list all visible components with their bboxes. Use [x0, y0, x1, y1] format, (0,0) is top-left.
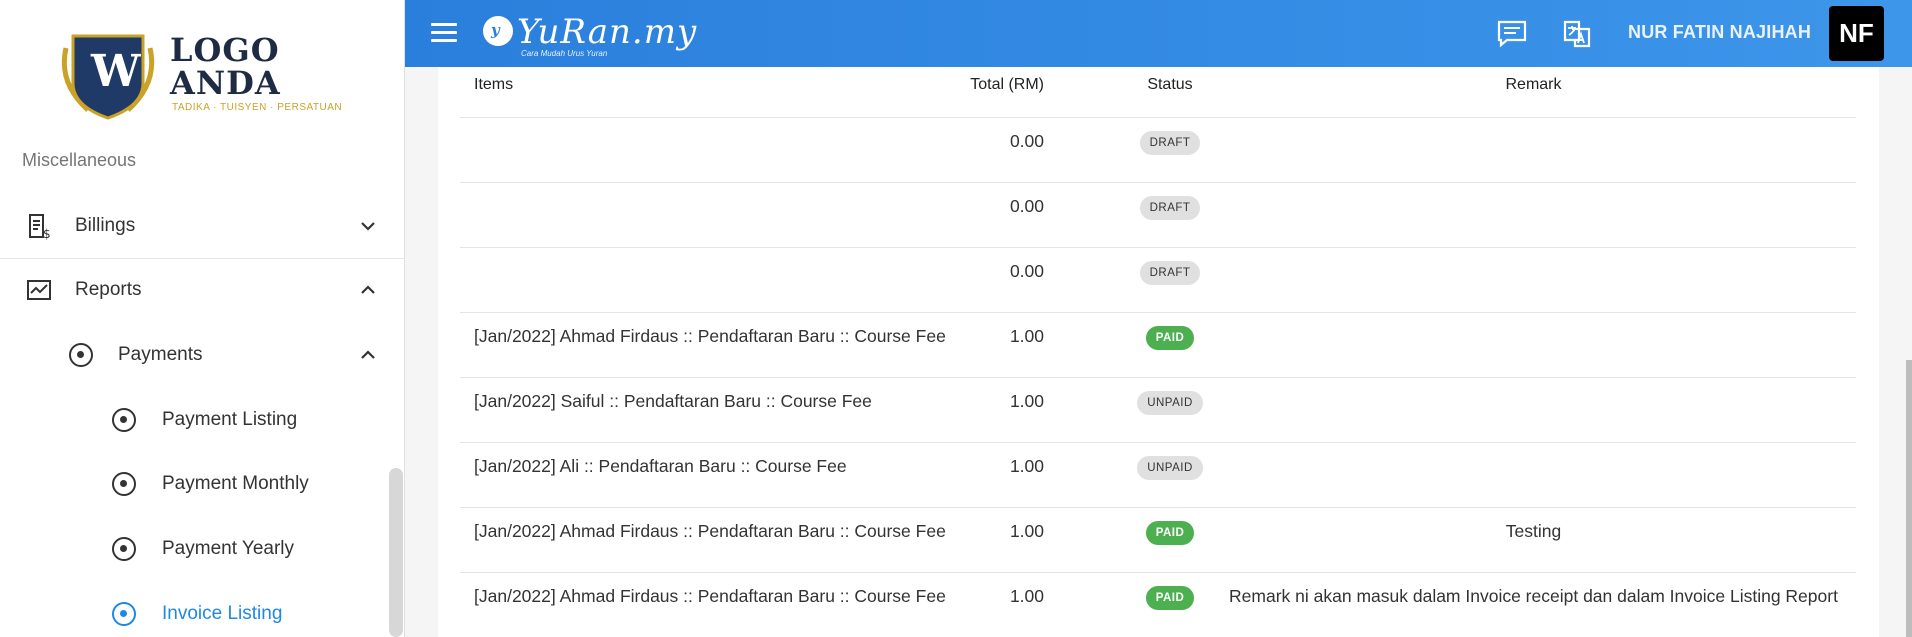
status-badge: DRAFT: [1139, 131, 1201, 155]
table-row[interactable]: [Jan/2022] Saiful :: Pendaftaran Baru ::…: [460, 378, 1856, 443]
logo-letter: W: [91, 46, 141, 97]
user-name[interactable]: NUR FATIN NAJIHAH: [1628, 22, 1811, 43]
sidebar-item-invoice-listing[interactable]: Invoice Listing: [0, 582, 404, 637]
logo-tagline: TADIKA · TUISYEN · PERSATUAN: [172, 102, 343, 113]
cell-status: PAID: [1132, 585, 1208, 610]
translate-icon[interactable]: [1561, 19, 1593, 49]
sidebar-item-label: Payment Monthly: [162, 473, 309, 494]
reports-icon: [24, 275, 54, 305]
chat-icon[interactable]: [1496, 19, 1528, 49]
sidebar-scrollbar[interactable]: [389, 468, 403, 637]
status-badge: PAID: [1145, 586, 1195, 610]
cell-total: 1.00: [1009, 521, 1044, 541]
brand-title: YuRan.my: [517, 12, 698, 52]
status-badge: DRAFT: [1139, 261, 1201, 285]
table-row[interactable]: [Jan/2022] Ahmad Firdaus :: Pendaftaran …: [460, 508, 1856, 573]
column-header-items[interactable]: Items: [474, 76, 513, 94]
table-row[interactable]: [Jan/2022] Ali :: Pendaftaran Baru :: Co…: [460, 443, 1856, 508]
sidebar-item-label: Payment Listing: [162, 409, 298, 430]
billing-icon: $: [24, 211, 54, 241]
cell-status: DRAFT: [1132, 195, 1208, 220]
cell-total: 0.00: [1009, 196, 1044, 216]
cell-status: DRAFT: [1132, 130, 1208, 155]
section-label: Miscellaneous: [22, 150, 137, 170]
cell-status: PAID: [1132, 520, 1208, 545]
avatar[interactable]: NF: [1829, 6, 1884, 61]
table-row[interactable]: [Jan/2022] Ahmad Firdaus :: Pendaftaran …: [460, 573, 1856, 637]
column-header-total[interactable]: Total (RM): [970, 76, 1044, 94]
column-header-status[interactable]: Status: [1132, 76, 1208, 94]
column-header-remark[interactable]: Remark: [1212, 76, 1855, 94]
company-logo: W LOGO ANDA TADIKA · TUISYEN · PERSATUAN: [58, 28, 348, 123]
menu-icon[interactable]: [431, 23, 457, 43]
cell-status: DRAFT: [1132, 260, 1208, 285]
page-scrollbar[interactable]: [1906, 360, 1912, 637]
sidebar-item-label: Reports: [75, 279, 142, 300]
logo-text-2: ANDA: [170, 64, 281, 102]
chevron-down-icon: [358, 216, 378, 236]
cell-status: UNPAID: [1132, 390, 1208, 415]
cell-item: [Jan/2022] Ahmad Firdaus :: Pendaftaran …: [474, 586, 946, 606]
cell-item: [Jan/2022] Saiful :: Pendaftaran Baru ::…: [474, 391, 872, 411]
status-badge: UNPAID: [1137, 456, 1203, 480]
table-header: Items Total (RM) Status Remark: [460, 67, 1856, 118]
sidebar-item-label: Payments: [118, 344, 203, 365]
invoice-listing-card: Items Total (RM) Status Remark 0.00 DRAF…: [438, 67, 1879, 637]
radio-icon: [109, 405, 139, 435]
sidebar-item-payment-yearly[interactable]: Payment Yearly: [0, 517, 404, 581]
sidebar-item-reports[interactable]: Reports: [0, 258, 404, 322]
chevron-up-icon: [358, 280, 378, 300]
status-badge: DRAFT: [1139, 196, 1201, 220]
cell-item: [Jan/2022] Ahmad Firdaus :: Pendaftaran …: [474, 326, 946, 346]
sidebar-item-payment-monthly[interactable]: Payment Monthly: [0, 452, 404, 516]
sidebar-item-payment-listing[interactable]: Payment Listing: [0, 388, 404, 452]
table-row[interactable]: 0.00 DRAFT: [460, 183, 1856, 248]
table-row[interactable]: 0.00 DRAFT: [460, 248, 1856, 313]
cell-status: UNPAID: [1132, 455, 1208, 480]
cell-status: PAID: [1132, 325, 1208, 350]
sidebar-item-billings[interactable]: $ Billings: [0, 194, 404, 258]
cell-remark: Testing: [1505, 521, 1562, 541]
cell-total: 0.00: [1009, 131, 1044, 151]
status-badge: UNPAID: [1137, 391, 1203, 415]
status-badge: PAID: [1145, 326, 1195, 350]
cell-total: 1.00: [1009, 456, 1044, 476]
brand-tagline: Cara Mudah Urus Yuran: [521, 49, 608, 58]
sidebar-item-label: Billings: [75, 215, 136, 236]
sidebar-item-payments[interactable]: Payments: [0, 323, 404, 387]
cell-total: 1.00: [1009, 391, 1044, 411]
brand-mark: y: [483, 16, 513, 46]
sidebar: W LOGO ANDA TADIKA · TUISYEN · PERSATUAN…: [0, 0, 405, 637]
radio-icon: [109, 534, 139, 564]
sidebar-item-label: Payment Yearly: [162, 538, 295, 559]
status-badge: PAID: [1145, 521, 1195, 545]
cell-item: [Jan/2022] Ahmad Firdaus :: Pendaftaran …: [474, 521, 946, 541]
svg-text:$: $: [43, 227, 51, 240]
table-row[interactable]: [Jan/2022] Ahmad Firdaus :: Pendaftaran …: [460, 313, 1856, 378]
brand-logo[interactable]: y YuRan.my Cara Mudah Urus Yuran: [483, 10, 696, 58]
top-bar: y YuRan.my Cara Mudah Urus Yuran NUR FAT…: [405, 0, 1912, 67]
cell-total: 1.00: [1009, 326, 1044, 346]
sidebar-item-label: Invoice Listing: [162, 603, 283, 624]
cell-item: [Jan/2022] Ali :: Pendaftaran Baru :: Co…: [474, 456, 847, 476]
radio-icon: [66, 340, 96, 370]
radio-icon: [109, 599, 139, 629]
cell-remark: Remark ni akan masuk dalam Invoice recei…: [1229, 586, 1838, 606]
radio-icon: [109, 469, 139, 499]
cell-total: 1.00: [1009, 586, 1044, 606]
chevron-up-icon: [358, 345, 378, 365]
cell-total: 0.00: [1009, 261, 1044, 281]
table-row[interactable]: 0.00 DRAFT: [460, 118, 1856, 183]
